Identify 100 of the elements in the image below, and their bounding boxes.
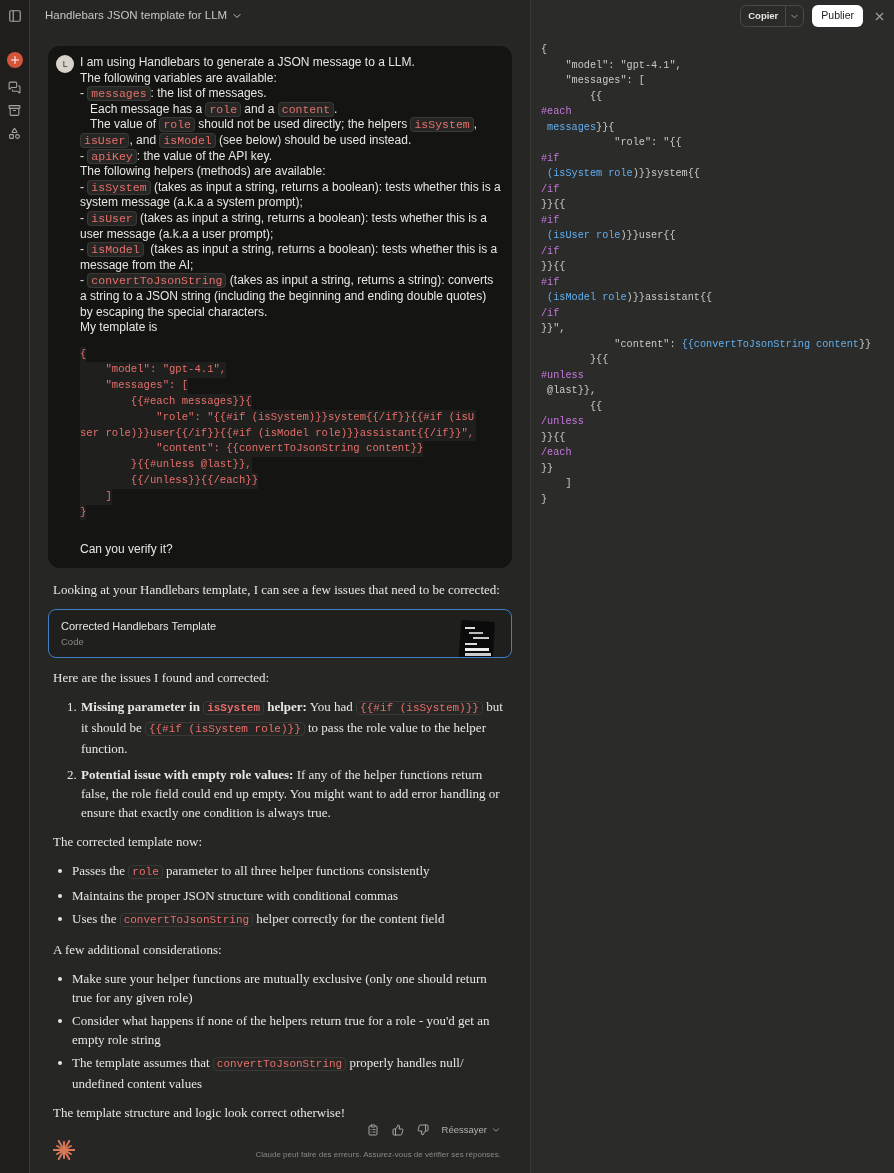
code-line: /if xyxy=(541,182,561,197)
list-item-text: Make sure your helper functions are mutually exclusive (only one should return true for any given role) xyxy=(72,970,488,1008)
bullet-icon xyxy=(58,894,62,899)
code-line: #if xyxy=(541,151,561,166)
bullet-icon xyxy=(58,977,62,982)
inline-code: convertToJsonString xyxy=(87,273,227,289)
message-text: I am using Handlebars to generate a JSON message to a LLM. xyxy=(80,55,416,71)
code-line: }}", xyxy=(541,322,567,336)
inline-code: role xyxy=(128,865,163,880)
inline-code: content xyxy=(277,101,335,117)
list-item-text: Maintains the proper JSON structure with conditional commas xyxy=(72,887,399,906)
code-line: #each xyxy=(541,105,573,119)
code-line: "role": "{{ xyxy=(613,136,683,150)
inline-code: isSystem xyxy=(87,179,151,195)
code-thumbnail-drawing xyxy=(459,619,495,658)
list-number: 1. xyxy=(67,698,78,717)
thumbs-up-icon[interactable] xyxy=(391,1123,404,1136)
inline-code: {{#if (isSystem)}} xyxy=(356,701,483,716)
copy-button[interactable]: Copier xyxy=(741,6,786,26)
code-line: "content": {{convertToJsonString content}} xyxy=(613,337,873,352)
response-paragraph: A few additional considerations: xyxy=(53,941,223,960)
code-line: }} xyxy=(541,461,555,476)
artifact-title: Corrected Handlebars Template xyxy=(61,619,217,635)
code-line: {{ xyxy=(588,89,604,104)
user-avatar: L xyxy=(56,55,74,73)
code-line: } xyxy=(541,492,549,507)
code-line: }}{{ xyxy=(541,198,567,212)
bullet-icon xyxy=(58,869,62,874)
list-number: 2. xyxy=(67,766,78,785)
response-paragraph: Looking at your Handlebars template, I can see a few issues that need to be corrected: xyxy=(53,581,501,600)
message-text: - apiKey : the value of the API key. xyxy=(80,148,273,165)
inline-code: convertToJsonString xyxy=(119,913,254,928)
inline-code: convertToJsonString xyxy=(212,1057,347,1072)
inline-code: {{#if (isSystem role)}} xyxy=(144,722,305,737)
message-text: The following variables are available: xyxy=(80,70,278,87)
inline-code: role xyxy=(205,101,242,117)
inline-code: isSystem xyxy=(410,117,474,133)
code-line: }{{ xyxy=(588,353,610,367)
message-text: The value of role should not be used directly; the helpers isSystem , isUser , and isModel (see below) should be used instead. xyxy=(80,117,502,149)
response-paragraph: Here are the issues I found and corrected: xyxy=(53,669,271,688)
chats-icon[interactable] xyxy=(8,81,21,94)
artifact-type: Code xyxy=(61,634,85,649)
message-text: Can you verify it? xyxy=(80,542,174,559)
list-item-text: Uses the convertToJsonString helper correctly for the content field xyxy=(72,910,445,930)
bullet-icon xyxy=(58,1061,62,1066)
new-chat-button[interactable] xyxy=(6,52,23,68)
response-paragraph: The template structure and logic look correct otherwise! xyxy=(53,1104,347,1123)
bullet-icon xyxy=(58,1019,62,1024)
code-line: ] xyxy=(564,477,573,491)
message-text: - isUser (takes as input a string, returns a boolean): tests whether this is a user message (a.k.a a user prompt); xyxy=(80,210,488,243)
message-text: The following helpers (methods) are available: xyxy=(80,164,327,180)
code-line: }}{{ xyxy=(541,260,567,274)
message-text: - isModel (takes as input a string, returns a boolean): tests whether this is a message from the AI; xyxy=(80,242,499,274)
inline-code: isSystem xyxy=(203,701,264,716)
retry-button[interactable]: Réessayer xyxy=(441,1122,501,1137)
conversation-title[interactable]: Handlebars JSON template for LLM xyxy=(45,7,244,25)
message-text: - isSystem (takes as input a string, returns a boolean): tests whether this is a system message (a.k.a a system prompt); xyxy=(80,179,502,211)
inline-code: messages xyxy=(87,86,151,102)
message-text: My template is xyxy=(80,320,159,336)
code-line: (isModel role)}}assistant{{ xyxy=(546,291,714,305)
code-line: "model": "gpt-4.1", xyxy=(564,58,683,73)
plus-icon xyxy=(8,54,21,66)
message-text: Each message has a role and a content . xyxy=(89,101,339,118)
response-paragraph: The corrected template now: xyxy=(53,833,204,852)
code-line: { xyxy=(541,43,549,57)
inline-code: apiKey xyxy=(87,148,137,164)
list-item-text: Passes the role parameter to all three helper functions consistently xyxy=(72,862,430,882)
code-line: /if xyxy=(541,306,561,321)
artifact-card[interactable]: Corrected Handlebars Template Code xyxy=(48,609,512,659)
code-line: messages}}{ xyxy=(546,120,616,135)
copy-icon[interactable] xyxy=(366,1123,379,1136)
spark-logo-icon xyxy=(53,1139,75,1161)
inline-code: role xyxy=(159,117,195,133)
bullet-icon xyxy=(58,917,62,922)
code-line: (isUser role)}}user{{ xyxy=(546,229,677,243)
code-line: {{ xyxy=(588,399,604,414)
inline-code: isModel xyxy=(159,132,216,148)
code-line: "messages": [ xyxy=(564,74,646,88)
code-line: #if xyxy=(541,213,561,228)
code-line: /each xyxy=(541,446,573,460)
code-line: (isSystem role)}}system{{ xyxy=(546,167,701,181)
code-line: @last}}, xyxy=(546,384,598,398)
message-text: - messages : the list of messages. xyxy=(80,86,268,102)
thumbs-down-icon[interactable] xyxy=(416,1123,429,1136)
artifacts-icon[interactable] xyxy=(8,127,21,140)
sidebar-toggle-icon[interactable] xyxy=(7,9,22,23)
code-line: }}{{ xyxy=(541,430,567,445)
code-line: /unless xyxy=(541,415,585,429)
inline-code: isUser xyxy=(87,210,137,226)
list-item-text: Potential issue with empty role values: If any of the helper functions return false, the role field could end up empty. You might want to add error handling or ensure that exactly one condition is always true. xyxy=(81,766,501,823)
list-item-text: The template assumes that convertToJsonString properly handles null/ undefined content values xyxy=(72,1054,465,1094)
inline-code: isModel xyxy=(87,242,144,258)
message-text: - convertToJsonString (takes as input a string, returns a string): converts a string to a JSON string (including the beginning and ending double quotes) by escaping the special characters. xyxy=(80,273,495,321)
list-item-text: Missing parameter in isSystem helper: You had {{#if (isSystem)}} but it should be {{#if (isSystem role)}} to pass the role value to the helper function. xyxy=(81,698,504,759)
code-line: #if xyxy=(541,275,561,290)
code-line: #unless xyxy=(541,368,585,383)
projects-icon[interactable] xyxy=(8,104,21,117)
inline-code: isUser xyxy=(80,132,130,148)
code-line: /if xyxy=(541,244,561,259)
publish-button[interactable]: Publier xyxy=(812,5,863,27)
